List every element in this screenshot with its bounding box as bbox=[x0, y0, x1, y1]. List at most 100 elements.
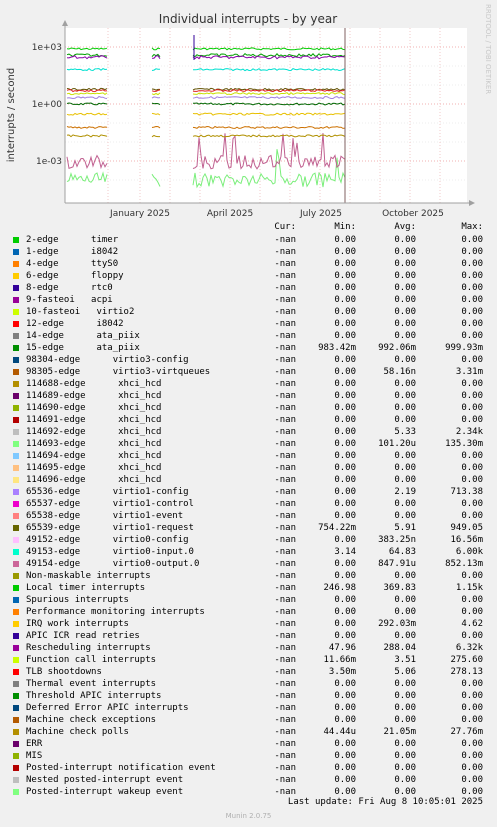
legend-max: 0.00 bbox=[461, 511, 483, 521]
legend-min: 0.00 bbox=[334, 535, 356, 545]
legend-cur: -nan bbox=[274, 343, 296, 353]
legend-cur: -nan bbox=[274, 247, 296, 257]
legend-label: 49153-edge virtio0-input.0 bbox=[26, 547, 194, 557]
legend-max: 0.00 bbox=[461, 475, 483, 485]
legend-min: 47.96 bbox=[328, 643, 356, 653]
legend-swatch bbox=[13, 249, 19, 255]
legend-avg: 3.51 bbox=[394, 655, 416, 665]
legend-swatch bbox=[13, 309, 19, 315]
legend-label: Nested posted-interrupt event bbox=[26, 775, 184, 785]
legend-avg: 0.00 bbox=[394, 691, 416, 701]
legend-label: Threshold APIC interrupts bbox=[26, 691, 162, 701]
legend-cur: -nan bbox=[274, 571, 296, 581]
legend-avg: 0.00 bbox=[394, 775, 416, 785]
legend-min: 0.00 bbox=[334, 571, 356, 581]
legend-cur: -nan bbox=[274, 427, 296, 437]
legend-row: 14-edge ata_piix -nan 0.00 0.00 0.00 bbox=[0, 330, 497, 342]
legend-label: MIS bbox=[26, 751, 43, 761]
legend-label: 6-edge floppy bbox=[26, 271, 124, 281]
legend-max: 0.00 bbox=[461, 247, 483, 257]
legend-cur: -nan bbox=[274, 367, 296, 377]
legend-label: 9-fasteoi acpi bbox=[26, 295, 113, 305]
legend-min: 0.00 bbox=[334, 499, 356, 509]
legend-label: 98304-edge virtio3-config bbox=[26, 355, 189, 365]
legend-label: Machine check polls bbox=[26, 727, 129, 737]
legend-avg: 383.25n bbox=[378, 535, 416, 545]
legend-cur: -nan bbox=[274, 451, 296, 461]
legend-max: 6.32k bbox=[455, 643, 483, 653]
legend-min: 0.00 bbox=[334, 355, 356, 365]
legend-swatch bbox=[13, 693, 19, 699]
chart: 1e-03 1e+00 1e+03 January 2025 April 2025 Jul… bbox=[6, 4, 492, 219]
chart-title: Individual interrupts - by year bbox=[159, 12, 337, 26]
legend-row: 10-fasteoi virtio2 -nan 0.00 0.00 0.00 bbox=[0, 306, 497, 318]
y-axis-arrow bbox=[62, 20, 68, 26]
legend-avg: 0.00 bbox=[394, 751, 416, 761]
legend-min: 0.00 bbox=[334, 259, 356, 269]
legend-avg: 0.00 bbox=[394, 319, 416, 329]
legend-label: 65538-edge virtio1-event bbox=[26, 511, 184, 521]
header-min: Min: bbox=[334, 222, 356, 232]
legend-cur: -nan bbox=[274, 271, 296, 281]
legend-min: 0.00 bbox=[334, 463, 356, 473]
legend-cur: -nan bbox=[274, 475, 296, 485]
x-tick-label: July 2025 bbox=[299, 209, 342, 219]
legend-swatch bbox=[13, 789, 19, 795]
legend-avg: 847.91u bbox=[378, 559, 416, 569]
y-axis-label: interrupts / second bbox=[6, 68, 17, 162]
legend-max: 0.00 bbox=[461, 679, 483, 689]
legend-swatch bbox=[13, 753, 19, 759]
legend-cur: -nan bbox=[274, 691, 296, 701]
legend-label: 65539-edge virtio1-request bbox=[26, 523, 194, 533]
legend-avg: 0.00 bbox=[394, 763, 416, 773]
legend-avg: 0.00 bbox=[394, 355, 416, 365]
legend-label: Machine check exceptions bbox=[26, 715, 157, 725]
legend-label: Local timer interrupts bbox=[26, 583, 146, 593]
legend-label: TLB shootdowns bbox=[26, 667, 102, 677]
legend-cur: -nan bbox=[274, 739, 296, 749]
legend-label: 10-fasteoi virtio2 bbox=[26, 307, 135, 317]
legend-cur: -nan bbox=[274, 319, 296, 329]
legend-row: Machine check exceptions -nan 0.00 0.00 0.00 bbox=[0, 714, 497, 726]
legend-row: Posted-interrupt notification event -nan 0… bbox=[0, 762, 497, 774]
legend-max: 278.13 bbox=[450, 667, 483, 677]
legend-cur: -nan bbox=[274, 619, 296, 629]
legend-swatch bbox=[13, 549, 19, 555]
watermark: RRDTOOL / TOBI OETIKER bbox=[484, 4, 492, 94]
header-cur: Cur: bbox=[274, 222, 296, 232]
legend-label: 65536-edge virtio1-config bbox=[26, 487, 189, 497]
legend-label: Rescheduling interrupts bbox=[26, 643, 151, 653]
legend-min: 0.00 bbox=[334, 619, 356, 629]
legend-avg: 0.00 bbox=[394, 403, 416, 413]
legend-swatch bbox=[13, 501, 19, 507]
legend-min: 0.00 bbox=[334, 367, 356, 377]
legend-row: 2-edge timer -nan 0.00 0.00 0.00 bbox=[0, 234, 497, 246]
legend-min: 983.42m bbox=[318, 343, 356, 353]
legend-row: Machine check polls -nan 44.44u 21.05m 27.76… bbox=[0, 726, 497, 738]
legend-row: 114693-edge xhci_hcd -nan 0.00 101.20u 135.3… bbox=[0, 438, 497, 450]
legend-avg: 2.19 bbox=[394, 487, 416, 497]
legend-min: 0.00 bbox=[334, 379, 356, 389]
legend-swatch bbox=[13, 465, 19, 471]
legend-cur: -nan bbox=[274, 559, 296, 569]
legend-cur: -nan bbox=[274, 331, 296, 341]
legend-min: 0.00 bbox=[334, 679, 356, 689]
legend-avg: 0.00 bbox=[394, 391, 416, 401]
legend-swatch bbox=[13, 393, 19, 399]
legend-avg: 0.00 bbox=[394, 511, 416, 521]
legend-min: 0.00 bbox=[334, 403, 356, 413]
header-max: Max: bbox=[461, 222, 483, 232]
legend-min: 0.00 bbox=[334, 751, 356, 761]
legend-max: 0.00 bbox=[461, 775, 483, 785]
legend-label: ERR bbox=[26, 739, 43, 749]
legend-row: 8-edge rtc0 -nan 0.00 0.00 0.00 bbox=[0, 282, 497, 294]
legend-row: 98305-edge virtio3-virtqueues -nan 0.00 58.… bbox=[0, 366, 497, 378]
legend-label: IRQ work interrupts bbox=[26, 619, 129, 629]
legend-row: 6-edge floppy -nan 0.00 0.00 0.00 bbox=[0, 270, 497, 282]
legend-row: 114691-edge xhci_hcd -nan 0.00 0.00 0.00 bbox=[0, 414, 497, 426]
legend-row: Function call interrupts -nan 11.66m 3.51 27… bbox=[0, 654, 497, 666]
x-axis-arrow bbox=[469, 200, 475, 206]
legend-min: 0.00 bbox=[334, 235, 356, 245]
legend-swatch bbox=[13, 417, 19, 423]
legend-row: 114689-edge xhci_hcd -nan 0.00 0.00 0.00 bbox=[0, 390, 497, 402]
